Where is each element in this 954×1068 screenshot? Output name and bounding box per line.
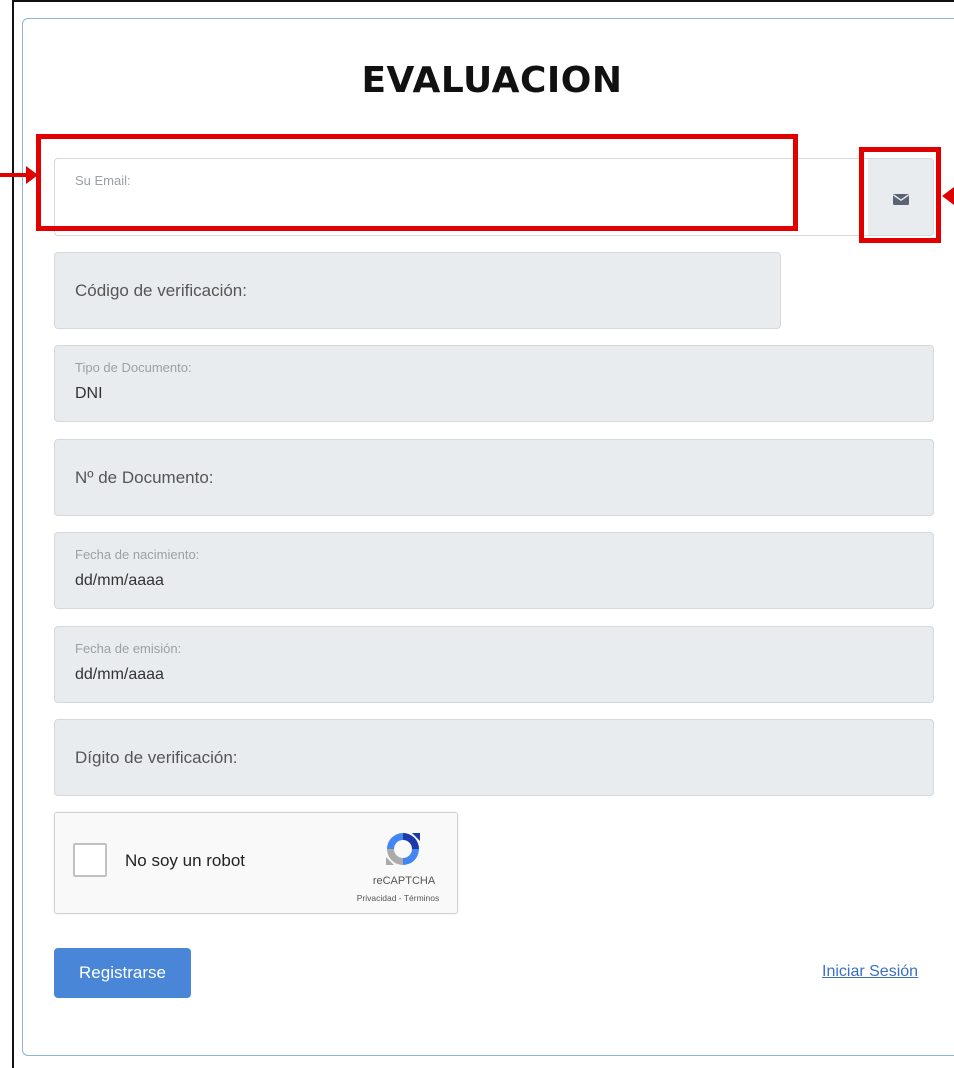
document-type-label: Tipo de Documento:: [75, 360, 192, 375]
document-number-field[interactable]: Nº de Documento:: [54, 439, 934, 516]
document-number-placeholder: Nº de Documento:: [75, 467, 214, 487]
login-link[interactable]: Iniciar Sesión: [822, 963, 918, 981]
document-type-select[interactable]: Tipo de Documento: DNI: [54, 345, 934, 422]
right-annotation-arrow-head: [942, 187, 954, 205]
birth-date-value: dd/mm/aaaa: [75, 572, 164, 589]
left-annotation-arrow-head: [26, 166, 38, 184]
recaptcha-brand: reCAPTCHA: [372, 875, 436, 887]
issue-date-value: dd/mm/aaaa: [75, 666, 164, 683]
verification-code-field[interactable]: Código de verificación:: [54, 252, 781, 329]
issue-date-field[interactable]: Fecha de emisión: dd/mm/aaaa: [54, 626, 934, 703]
register-button[interactable]: Registrarse: [54, 948, 191, 998]
email-field-highlight: [36, 134, 798, 231]
frame-left-border: [12, 0, 14, 1068]
verification-code-placeholder: Código de verificación:: [75, 280, 247, 300]
birth-date-field[interactable]: Fecha de nacimiento: dd/mm/aaaa: [54, 532, 934, 609]
recaptcha-logo-icon: [386, 833, 420, 865]
check-digit-placeholder: Dígito de verificación:: [75, 747, 238, 767]
issue-date-label: Fecha de emisión:: [75, 641, 182, 656]
page-title: EVALUACION: [361, 60, 623, 101]
email-icon-highlight: [859, 147, 941, 243]
recaptcha-label: No soy un robot: [125, 851, 246, 870]
recaptcha-terms-link[interactable]: Privacidad - Términos: [339, 893, 457, 903]
birth-date-label: Fecha de nacimiento:: [75, 547, 200, 562]
document-type-value: DNI: [75, 385, 103, 402]
recaptcha-widget: No soy un robot reCAPTCHA Privacidad - T…: [54, 812, 458, 914]
frame-top-border: [12, 0, 954, 2]
check-digit-field[interactable]: Dígito de verificación:: [54, 719, 934, 796]
recaptcha-checkbox[interactable]: [73, 843, 107, 877]
